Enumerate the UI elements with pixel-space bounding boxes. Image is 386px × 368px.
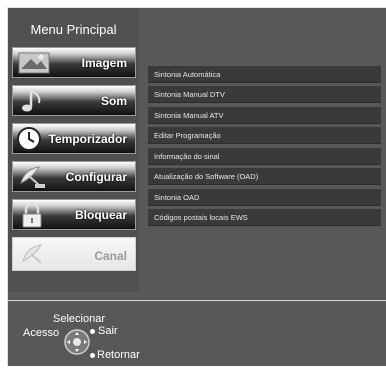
return-button-icon bbox=[90, 353, 95, 358]
submenu-item[interactable]: Sintonia Automática bbox=[148, 66, 381, 83]
main-menu-panel: Menu Principal Imagem Som Temporizador C… bbox=[8, 8, 139, 292]
picture-icon bbox=[18, 52, 50, 74]
hint-select: Selecionar bbox=[53, 313, 105, 325]
tv-menu-window: Menu Principal Imagem Som Temporizador C… bbox=[7, 7, 386, 366]
remote-dpad-icon bbox=[64, 329, 90, 355]
menu-item-som[interactable]: Som bbox=[12, 85, 136, 116]
exit-button-icon bbox=[90, 329, 95, 334]
menu-item-label: Imagem bbox=[81, 56, 127, 70]
hint-access: Acesso bbox=[23, 327, 60, 339]
submenu-item[interactable]: Editar Programação bbox=[148, 127, 381, 144]
menu-item-label: Bloquear bbox=[74, 208, 127, 222]
menu-item-label: Configurar bbox=[65, 170, 127, 184]
satellite-dish-icon bbox=[20, 166, 45, 188]
submenu-item[interactable]: Códigos postais locais EWS bbox=[148, 209, 381, 226]
submenu-item[interactable]: Atualização do Software (OAD) bbox=[148, 168, 381, 185]
submenu-item[interactable]: Sintonia Manual DTV bbox=[148, 86, 381, 103]
menu-item-temporizador[interactable]: Temporizador bbox=[12, 123, 136, 154]
submenu-item[interactable]: Sintonia Manual ATV bbox=[148, 107, 381, 124]
menu-item-configurar[interactable]: Configurar bbox=[12, 161, 136, 192]
hint-exit: Sair bbox=[98, 325, 118, 337]
music-note-icon bbox=[22, 90, 41, 112]
menu-item-label: Temporizador bbox=[48, 132, 127, 146]
menu-item-label: Som bbox=[100, 94, 127, 108]
footer-divider bbox=[8, 300, 386, 301]
menu-item-label: Canal bbox=[94, 249, 127, 263]
main-menu-title: Menu Principal bbox=[30, 22, 117, 37]
menu-item-imagem[interactable]: Imagem bbox=[12, 47, 136, 78]
hint-return: Retornar bbox=[97, 349, 140, 361]
submenu-item[interactable]: Informação do sinal bbox=[148, 148, 381, 165]
submenu-item[interactable]: Sintonia OAD bbox=[148, 189, 381, 206]
channel-submenu: Sintonia Automática Sintonia Manual DTV … bbox=[148, 66, 383, 229]
channel-dish-icon bbox=[22, 244, 42, 264]
menu-item-bloquear[interactable]: Bloquear bbox=[12, 199, 136, 230]
menu-item-canal[interactable]: Canal bbox=[12, 237, 136, 271]
padlock-icon bbox=[22, 202, 42, 228]
